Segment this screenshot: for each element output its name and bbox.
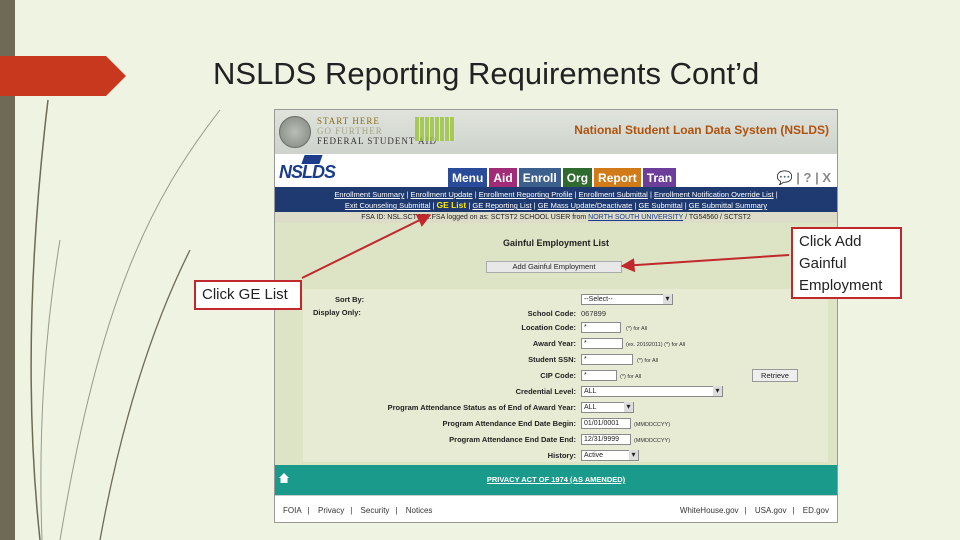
footer-left-links: FOIA | Privacy | Security | Notices [283,506,433,515]
school-code-value: 067899 [581,309,607,318]
nslds-screenshot: START HERE GO FURTHER FEDERAL STUDENT AI… [274,109,838,523]
end-date-begin-input[interactable]: 01/01/0001 [581,418,631,429]
student-ssn-label: Student SSN: [528,355,576,364]
program-status-label: Program Attendance Status as of End of A… [387,403,576,412]
privacy-act-link[interactable]: PRIVACY ACT OF 1974 (AS AMENDED) [275,475,837,484]
subnav-exit-counseling-submittal[interactable]: Exit Counseling Submittal [345,201,430,210]
end-date-end-label: Program Attendance End Date End: [449,435,576,444]
footer-ed-link[interactable]: ED.gov [803,506,829,515]
main-nav: NSLDS Menu Aid Enroll Org Report Tran 💬 … [275,154,837,190]
fsa-banner: START HERE GO FURTHER FEDERAL STUDENT AI… [275,110,837,154]
history-select[interactable]: Active [581,450,639,461]
tab-enroll[interactable]: Enroll [518,168,561,188]
page-title: Gainful Employment List [502,238,609,248]
credential-level-select[interactable]: ALL [581,386,723,397]
subnav-ge-list[interactable]: GE List [436,200,466,210]
display-only-label: Display Only: [313,308,361,317]
sort-by-label: Sort By: [335,295,365,304]
subnav-enrollment-summary[interactable]: Enrollment Summary [334,190,404,199]
school-code-label: School Code: [527,309,576,318]
slide-title: NSLDS Reporting Requirements Cont’d [213,56,760,91]
subnav-ge-submittal[interactable]: GE Submittal [638,201,682,210]
footer-privacy-link[interactable]: Privacy [318,506,344,515]
ed-seal-icon [279,116,311,148]
subnav-row-2: Exit Counseling Submittal | GE List | GE… [344,200,768,210]
footer-foia-link[interactable]: FOIA [283,506,302,515]
location-code-label: Location Code: [521,323,576,332]
student-ssn-input[interactable]: * [581,354,633,365]
subnav-enrollment-submittal[interactable]: Enrollment Submittal [579,190,648,199]
nslds-logo[interactable]: NSLDS [279,162,336,183]
footer: FOIA | Privacy | Security | Notices WhiteHo… [275,495,837,522]
subnav-enrollment-notification-override[interactable]: Enrollment Notification Override List [654,190,774,199]
history-label: History: [547,451,576,460]
subnav-ge-submittal-summary[interactable]: GE Submittal Summary [689,201,767,210]
footer-notices-link[interactable]: Notices [406,506,433,515]
end-date-begin-hint: (MMDDCCYY) [634,422,671,428]
tab-org[interactable]: Org [562,168,593,188]
subnav-ge-reporting-list[interactable]: GE Reporting List [472,201,531,210]
sort-by-select[interactable]: --Select-- [581,294,673,305]
cip-code-input[interactable]: * [581,370,617,381]
location-code-hint: (*) for All [626,326,648,332]
award-year-hint: (ex. 20192011) (*) for All [626,342,686,348]
footer-right-links: WhiteHouse.gov | USA.gov | ED.gov [679,506,829,515]
add-gainful-employment-button[interactable]: Add Gainful Employment [486,261,622,273]
footer-usa-link[interactable]: USA.gov [755,506,787,515]
footer-security-link[interactable]: Security [361,506,390,515]
report-subnav: Enrollment Summary | Enrollment Update |… [275,187,837,213]
ge-list-content: Gainful Employment List Add Gainful Empl… [275,223,837,465]
footer-whitehouse-link[interactable]: WhiteHouse.gov [680,506,739,515]
end-date-begin-label: Program Attendance End Date Begin: [442,419,577,428]
system-title: National Student Loan Data System (NSLDS… [574,123,829,137]
award-year-input[interactable]: * [581,338,623,349]
logon-info: FSA ID: NSL.SCTST2.FSA logged on as: SCT… [275,212,837,223]
nav-tabs: Menu Aid Enroll Org Report Tran [448,168,677,188]
subnav-row-1: Enrollment Summary | Enrollment Update |… [334,190,778,199]
cip-code-hint: (*) for All [620,374,642,380]
retrieve-button[interactable]: Retrieve [752,369,798,382]
tab-aid[interactable]: Aid [489,168,517,188]
student-ssn-hint: (*) for All [637,358,659,364]
toolbar-icons[interactable]: 💬 | ? | X [776,170,831,186]
subnav-enrollment-update[interactable]: Enrollment Update [410,190,472,199]
tab-menu[interactable]: Menu [448,168,488,188]
ge-search-form: Sort By: --Select-- Display Only: School… [303,289,828,462]
tab-tran[interactable]: Tran [642,168,677,188]
privacy-bar: PRIVACY ACT OF 1974 (AS AMENDED) [275,465,837,495]
cip-code-label: CIP Code: [540,371,576,380]
callout-add-ge: Click Add Gainful Employment [791,227,902,299]
tab-report[interactable]: Report [594,168,641,188]
credential-level-label: Credential Level: [515,387,576,396]
subnav-ge-mass-update[interactable]: GE Mass Update/Deactivate [538,201,633,210]
end-date-end-input[interactable]: 12/31/9999 [581,434,631,445]
award-year-label: Award Year: [532,339,576,348]
slide-arrow-tab [0,56,126,96]
callout-ge-list: Click GE List [194,280,302,310]
location-code-input[interactable]: * [581,322,621,333]
school-link[interactable]: NORTH SOUTH UNIVERSITY [588,214,683,221]
end-date-end-hint: (MMDDCCYY) [634,438,671,444]
program-status-select[interactable]: ALL [581,402,634,413]
subnav-enrollment-reporting-profile[interactable]: Enrollment Reporting Profile [479,190,573,199]
pixel-graphic-icon [415,117,455,141]
